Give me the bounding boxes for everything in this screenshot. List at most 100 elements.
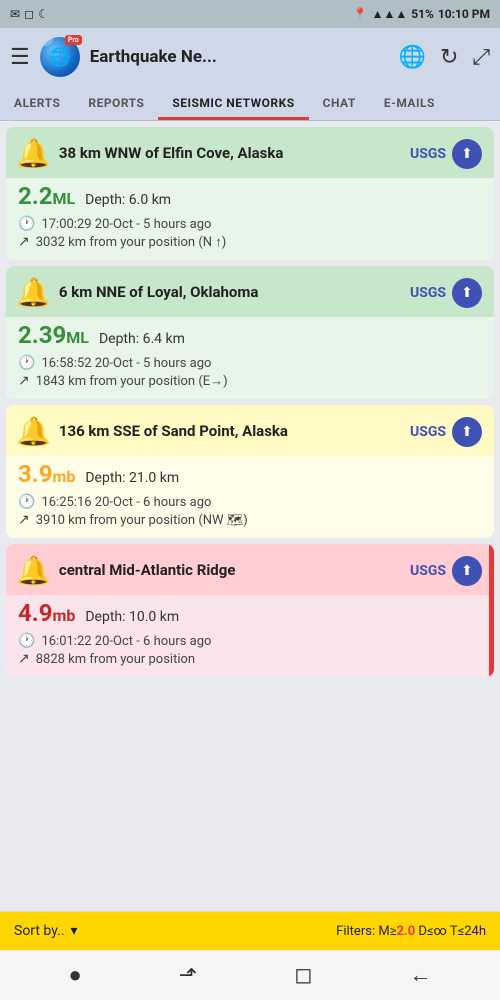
depth-3: Depth: 21.0 km (85, 470, 179, 486)
signal-icon: ▲▲▲ (372, 7, 408, 21)
depth-4: Depth: 10.0 km (85, 609, 179, 625)
card-top-right-1: USGS ⬆ (410, 139, 482, 169)
status-bar: ✉ ◻ ☾ 📍 ▲▲▲ 51% 10:10 PM (0, 0, 500, 28)
clock-icon-2: 🕐 (18, 355, 35, 371)
compass-icon-4: ↗ (18, 651, 30, 667)
distance-4: 8828 km from your position (36, 652, 195, 667)
card-top-right-3: USGS ⬆ (410, 417, 482, 447)
earthquake-card[interactable]: 🔔 central Mid-Atlantic Ridge USGS ⬆ 4.9m… (6, 544, 494, 677)
nav-recents-icon[interactable]: ⬏ (179, 963, 197, 988)
meta-1: 🕐 17:00:29 20-Oct - 5 hours ago ↗ 3032 k… (18, 216, 482, 250)
card-bottom-3: 3.9mb Depth: 21.0 km 🕐 16:25:16 20-Oct -… (6, 456, 494, 538)
clock-icon-1: 🕐 (18, 216, 35, 232)
time-row-2: 🕐 16:58:52 20-Oct - 5 hours ago (18, 355, 482, 371)
refresh-icon[interactable]: ↻ (440, 45, 458, 70)
earthquake-card[interactable]: 🔔 38 km WNW of Elfin Cove, Alaska USGS ⬆… (6, 127, 494, 260)
time-1: 17:00:29 20-Oct - 5 hours ago (41, 217, 211, 232)
magnitude-row-2: 2.39ML Depth: 6.4 km (18, 321, 482, 349)
card-top-4: 🔔 central Mid-Atlantic Ridge USGS ⬆ (6, 544, 494, 595)
earthquake-card[interactable]: 🔔 6 km NNE of Loyal, Oklahoma USGS ⬆ 2.3… (6, 266, 494, 399)
nav-overview-icon[interactable]: ◻ (294, 963, 312, 988)
distance-1: 3032 km from your position (N ↑) (36, 234, 227, 250)
source-label-1: USGS (410, 146, 446, 162)
meta-4: 🕐 16:01:22 20-Oct - 6 hours ago ↗ 8828 k… (18, 633, 482, 667)
card-top-left-1: 🔔 38 km WNW of Elfin Cove, Alaska (16, 137, 283, 170)
distance-row-3: ↗ 3910 km from your position (NW 🗺) (18, 512, 482, 528)
clock-icon-3: 🕐 (18, 494, 35, 510)
distance-row-2: ↗ 1843 km from your position (E→) (18, 373, 482, 389)
nav-bar: ● ⬏ ◻ ← (0, 950, 500, 1000)
app-title: Earthquake Ne... (90, 47, 217, 67)
sort-dropdown-icon: ▾ (71, 923, 78, 939)
warning-icon-4: 🔔 (16, 554, 51, 587)
time-display: 10:10 PM (438, 7, 490, 21)
time-row-4: 🕐 16:01:22 20-Oct - 6 hours ago (18, 633, 482, 649)
tab-bar: ALERTS REPORTS SEISMIC NETWORKS CHAT E-M… (0, 86, 500, 121)
expand-icon[interactable]: ⤢ (472, 45, 490, 70)
filter-rest: D≤∞ T≤24h (415, 924, 486, 939)
magnitude-3: 3.9mb (18, 460, 75, 488)
nav-home-icon[interactable]: ● (69, 962, 82, 988)
logo-wrapper: 🌐 Pro (40, 37, 80, 77)
magnitude-row-3: 3.9mb Depth: 21.0 km (18, 460, 482, 488)
card-top-left-2: 🔔 6 km NNE of Loyal, Oklahoma (16, 276, 258, 309)
share-button-2[interactable]: ⬆ (452, 278, 482, 308)
tab-seismic-networks[interactable]: SEISMIC NETWORKS (158, 86, 308, 120)
card-top-left-4: 🔔 central Mid-Atlantic Ridge (16, 554, 235, 587)
warning-icon-3: 🔔 (16, 415, 51, 448)
menu-button[interactable]: ☰ (10, 45, 30, 70)
moon-icon: ☾ (38, 7, 49, 21)
tab-reports[interactable]: REPORTS (74, 86, 158, 120)
globe-icon[interactable]: 🌐 (399, 45, 426, 70)
card-bottom-1: 2.2ML Depth: 6.0 km 🕐 17:00:29 20-Oct - … (6, 178, 494, 260)
bottom-bar: Sort by.. ▾ Filters: M≥2.0 D≤∞ T≤24h ● ⬏… (0, 911, 500, 1000)
mail-icon: ✉ (10, 7, 20, 21)
location-3: 136 km SSE of Sand Point, Alaska (59, 422, 288, 442)
meta-3: 🕐 16:25:16 20-Oct - 6 hours ago ↗ 3910 k… (18, 494, 482, 528)
card-top-right-2: USGS ⬆ (410, 278, 482, 308)
depth-1: Depth: 6.0 km (85, 192, 171, 208)
source-label-4: USGS (410, 563, 446, 579)
earthquake-card[interactable]: 🔔 136 km SSE of Sand Point, Alaska USGS … (6, 405, 494, 538)
sort-by-button[interactable]: Sort by.. ▾ (14, 923, 78, 939)
card-bottom-4: 4.9mb Depth: 10.0 km 🕐 16:01:22 20-Oct -… (6, 595, 494, 677)
time-row-3: 🕐 16:25:16 20-Oct - 6 hours ago (18, 494, 482, 510)
battery-level: 51% (411, 7, 434, 21)
magnitude-row-4: 4.9mb Depth: 10.0 km (18, 599, 482, 627)
source-label-3: USGS (410, 424, 446, 440)
sort-filter-bar: Sort by.. ▾ Filters: M≥2.0 D≤∞ T≤24h (0, 912, 500, 950)
distance-row-1: ↗ 3032 km from your position (N ↑) (18, 234, 482, 250)
share-button-1[interactable]: ⬆ (452, 139, 482, 169)
share-button-3[interactable]: ⬆ (452, 417, 482, 447)
card-top-right-4: USGS ⬆ (410, 556, 482, 586)
card-accent (489, 544, 494, 677)
tab-chat[interactable]: CHAT (309, 86, 370, 120)
magnitude-4: 4.9mb (18, 599, 75, 627)
magnitude-row-1: 2.2ML Depth: 6.0 km (18, 182, 482, 210)
location-4: central Mid-Atlantic Ridge (59, 561, 236, 581)
header-left: ☰ 🌐 Pro Earthquake Ne... (10, 37, 217, 77)
card-bottom-2: 2.39ML Depth: 6.4 km 🕐 16:58:52 20-Oct -… (6, 317, 494, 399)
card-top-2: 🔔 6 km NNE of Loyal, Oklahoma USGS ⬆ (6, 266, 494, 317)
compass-icon-3: ↗ (18, 512, 30, 528)
card-top-left-3: 🔔 136 km SSE of Sand Point, Alaska (16, 415, 288, 448)
earthquake-list: 🔔 38 km WNW of Elfin Cove, Alaska USGS ⬆… (0, 121, 500, 683)
nav-back-icon[interactable]: ← (409, 962, 431, 988)
tab-alerts[interactable]: ALERTS (0, 86, 74, 120)
compass-icon-2: ↗ (18, 373, 30, 389)
compass-icon-1: ↗ (18, 234, 30, 250)
time-2: 16:58:52 20-Oct - 5 hours ago (41, 356, 211, 371)
location-2: 6 km NNE of Loyal, Oklahoma (59, 283, 259, 303)
depth-2: Depth: 6.4 km (99, 331, 185, 347)
magnitude-2: 2.39ML (18, 321, 89, 349)
card-top-1: 🔔 38 km WNW of Elfin Cove, Alaska USGS ⬆ (6, 127, 494, 178)
location-1: 38 km WNW of Elfin Cove, Alaska (59, 144, 284, 164)
distance-row-4: ↗ 8828 km from your position (18, 651, 482, 667)
tab-emails[interactable]: E-MAILS (370, 86, 449, 120)
notification-icon: ◻ (24, 7, 34, 21)
source-label-2: USGS (410, 285, 446, 301)
header-right: 🌐 ↻ ⤢ (399, 45, 490, 70)
status-left: ✉ ◻ ☾ (10, 7, 49, 21)
share-button-4[interactable]: ⬆ (452, 556, 482, 586)
app-header: ☰ 🌐 Pro Earthquake Ne... 🌐 ↻ ⤢ (0, 28, 500, 86)
